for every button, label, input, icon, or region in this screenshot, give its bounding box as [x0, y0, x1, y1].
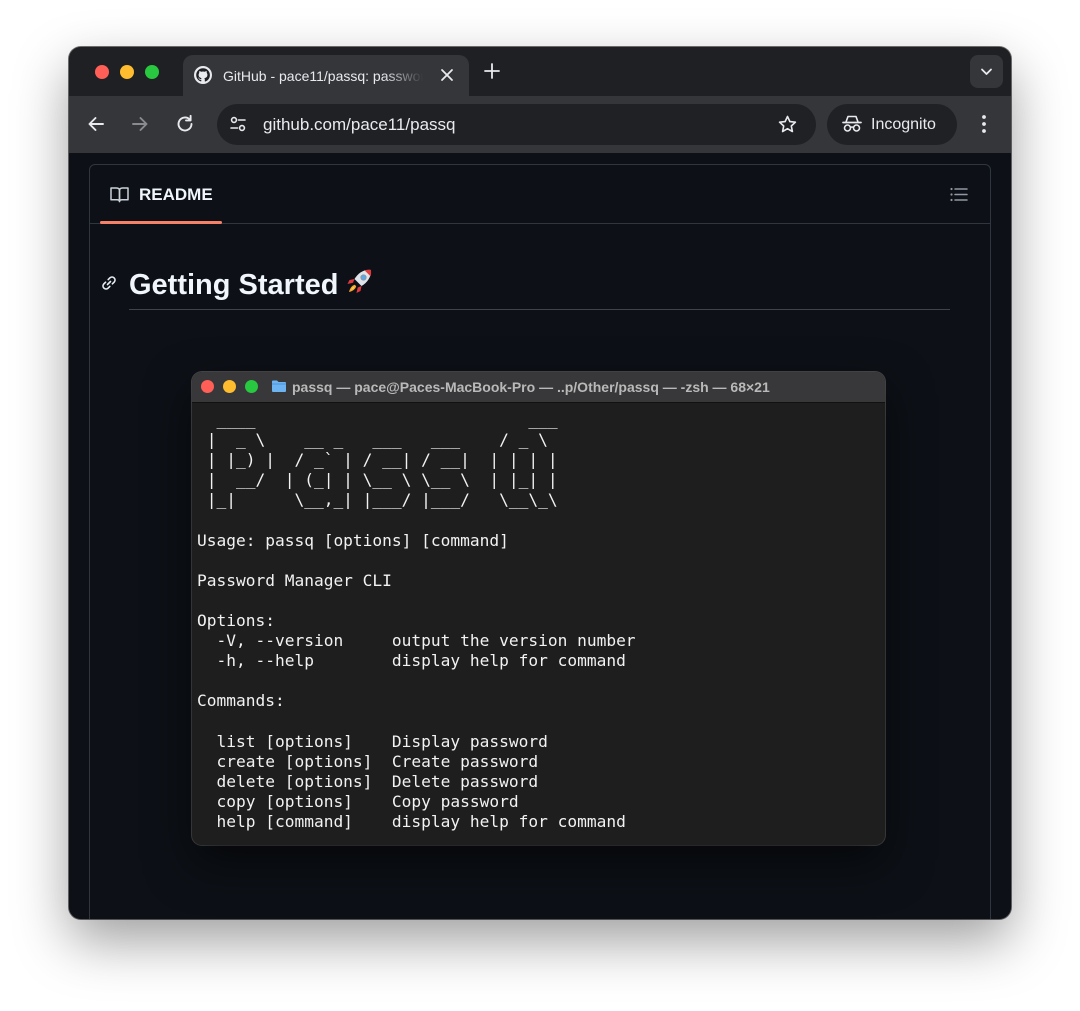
- terminal-output: ____ ___ | _ \ __ _ ___ ___ / _ \ | |_) …: [197, 410, 636, 832]
- close-icon[interactable]: [437, 65, 457, 85]
- tab-search-button[interactable]: [970, 55, 1003, 88]
- terminal-line: Options:: [197, 610, 275, 630]
- browser-tab-active[interactable]: GitHub - pace11/passq: password manager …: [183, 55, 469, 96]
- readme-panel: README Getting Started passq — pace@Pace…: [89, 164, 991, 919]
- incognito-icon: [842, 115, 862, 132]
- reload-icon[interactable]: [174, 113, 196, 135]
- terminal-line: help [command] display help for command: [197, 811, 626, 831]
- readme-header: README: [90, 165, 990, 224]
- terminal-line: |_| \__,_| |___/ |___/ \__\_\: [197, 490, 558, 510]
- terminal-line: list [options] Display password: [197, 731, 548, 751]
- tab-title: GitHub - pace11/passq: password manager …: [223, 68, 423, 84]
- readme-tab[interactable]: README: [139, 184, 213, 206]
- terminal-minimize-dot: [223, 380, 236, 393]
- terminal-zoom-dot: [245, 380, 258, 393]
- terminal-line: Usage: passq [options] [command]: [197, 530, 509, 550]
- rocket-icon: [347, 269, 372, 293]
- link-icon[interactable]: [99, 273, 119, 293]
- plus-icon[interactable]: [481, 60, 503, 82]
- address-bar[interactable]: github.com/pace11/passq: [217, 104, 816, 145]
- terminal-titlebar: passq — pace@Paces-MacBook-Pro — ..p/Oth…: [192, 372, 885, 403]
- heading-divider: [129, 309, 950, 310]
- minimize-window-button[interactable]: [120, 65, 134, 79]
- terminal-line: | |_) | / _` | / __| / __| | | | |: [197, 450, 558, 470]
- terminal-line: | __/ | (_| | \__ \ \__ \ | |_| |: [197, 470, 558, 490]
- incognito-profile-button[interactable]: Incognito: [827, 104, 957, 145]
- terminal-line: Commands:: [197, 691, 285, 711]
- terminal-line: ____ ___: [197, 410, 558, 429]
- readme-tab-underline: [100, 221, 222, 224]
- url-text[interactable]: github.com/pace11/passq: [263, 114, 455, 135]
- terminal-line: delete [options] Delete password: [197, 771, 539, 791]
- maximize-window-button[interactable]: [145, 65, 159, 79]
- terminal-title: passq — pace@Paces-MacBook-Pro — ..p/Oth…: [292, 379, 770, 395]
- book-icon: [110, 187, 129, 203]
- page-content: README Getting Started passq — pace@Pace…: [69, 153, 1011, 919]
- folder-icon: [272, 380, 286, 392]
- incognito-label: Incognito: [871, 116, 936, 133]
- tab-strip: GitHub - pace11/passq: password manager …: [69, 47, 1011, 96]
- arrow-right-icon[interactable]: [129, 113, 151, 135]
- terminal-line: copy [options] Copy password: [197, 791, 519, 811]
- vertical-dots-icon[interactable]: [973, 112, 995, 136]
- close-window-button[interactable]: [95, 65, 109, 79]
- terminal-line: | _ \ __ _ ___ ___ / _ \: [197, 430, 548, 450]
- getting-started-heading: Getting Started: [129, 265, 376, 303]
- terminal-line: -V, --version output the version number: [197, 631, 636, 651]
- github-icon: [194, 66, 212, 84]
- terminal-line: Password Manager CLI: [197, 570, 392, 590]
- browser-window: GitHub - pace11/passq: password manager …: [69, 47, 1011, 919]
- arrow-left-icon[interactable]: [85, 113, 107, 135]
- terminal-line: -h, --help display help for command: [197, 651, 626, 671]
- heading-text: Getting Started: [129, 269, 339, 301]
- list-icon[interactable]: [948, 184, 969, 205]
- terminal-close-dot: [201, 380, 214, 393]
- terminal-line: create [options] Create password: [197, 751, 539, 771]
- tune-icon[interactable]: [229, 115, 247, 133]
- terminal-screenshot: passq — pace@Paces-MacBook-Pro — ..p/Oth…: [192, 372, 885, 845]
- chevron-down-icon: [981, 68, 992, 75]
- star-icon[interactable]: [777, 114, 798, 135]
- browser-toolbar: github.com/pace11/passq Incognito: [69, 96, 1011, 153]
